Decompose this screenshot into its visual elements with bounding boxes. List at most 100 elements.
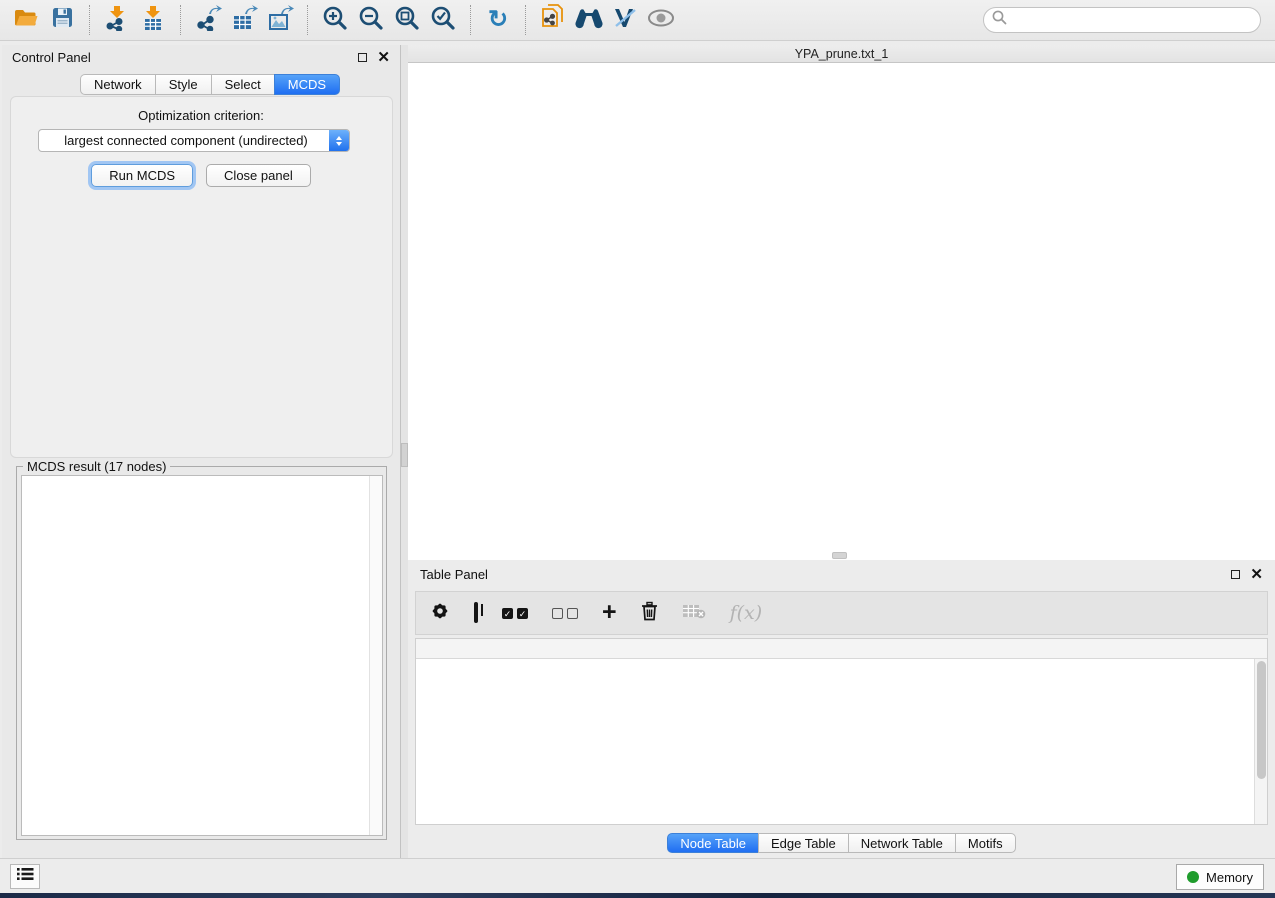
memory-button[interactable]: Memory bbox=[1176, 864, 1264, 890]
table-scrollbar-thumb[interactable] bbox=[1257, 661, 1266, 779]
control-panel-title: Control Panel bbox=[12, 50, 91, 65]
export-table-button[interactable] bbox=[228, 4, 260, 36]
open-session-button[interactable] bbox=[10, 4, 42, 36]
zoom-selected-icon bbox=[430, 5, 456, 36]
mcds-result-list[interactable] bbox=[21, 475, 383, 836]
select-all-button[interactable]: ✓ ✓ bbox=[502, 608, 528, 619]
cytoscape-window: ↻ bbox=[0, 0, 1275, 893]
task-history-button[interactable] bbox=[10, 864, 40, 889]
task-list-icon bbox=[16, 867, 34, 886]
control-panel: Control Panel ✕ Network Style Select MCD… bbox=[2, 45, 401, 858]
toolbar-separator bbox=[307, 5, 308, 35]
tab-style[interactable]: Style bbox=[155, 74, 211, 95]
checked-box-icon: ✓ bbox=[502, 608, 513, 619]
gear-icon bbox=[430, 608, 450, 625]
zoom-selected-button[interactable] bbox=[427, 4, 459, 36]
status-bar: Memory bbox=[0, 858, 1275, 893]
search-box[interactable] bbox=[983, 7, 1261, 33]
close-panel-icon[interactable]: ✕ bbox=[377, 50, 390, 65]
network-view-title: YPA_prune.txt_1 bbox=[408, 47, 1275, 61]
optimization-criterion-label: Optimization criterion: bbox=[2, 108, 400, 123]
tab-edge-table[interactable]: Edge Table bbox=[758, 833, 848, 853]
hide-details-icon bbox=[612, 6, 638, 35]
fx-icon: f(x) bbox=[730, 602, 763, 624]
result-list-scrollbar[interactable] bbox=[369, 476, 382, 835]
delete-table-button[interactable] bbox=[682, 603, 706, 624]
unchecked-box-icon bbox=[552, 608, 563, 619]
panel-splitter[interactable] bbox=[401, 45, 408, 858]
canvas-splitter-grip[interactable] bbox=[832, 552, 847, 559]
zoom-in-button[interactable] bbox=[319, 4, 351, 36]
zoom-out-icon bbox=[358, 5, 384, 36]
float-panel-icon[interactable] bbox=[1231, 570, 1240, 579]
main-toolbar: ↻ bbox=[0, 0, 1275, 41]
table-settings-button[interactable] bbox=[430, 601, 450, 626]
delete-column-button[interactable] bbox=[641, 601, 658, 626]
open-folder-icon bbox=[14, 8, 38, 32]
zoom-out-button[interactable] bbox=[355, 4, 387, 36]
import-network-button[interactable] bbox=[101, 4, 133, 36]
network-from-selection-button[interactable] bbox=[537, 4, 569, 36]
function-builder-button[interactable]: f(x) bbox=[730, 602, 763, 624]
optimization-criterion-select[interactable]: largest connected component (undirected) bbox=[38, 129, 350, 152]
hide-graphics-details-button[interactable] bbox=[609, 4, 641, 36]
refresh-icon: ↻ bbox=[488, 8, 508, 32]
network-canvas[interactable] bbox=[408, 63, 1275, 560]
save-session-button[interactable] bbox=[46, 4, 78, 36]
float-panel-icon[interactable] bbox=[358, 53, 367, 62]
table-panel-title: Table Panel bbox=[420, 567, 488, 582]
close-panel-icon[interactable]: ✕ bbox=[1250, 567, 1263, 582]
splitter-grip[interactable] bbox=[401, 443, 408, 467]
show-graphics-details-button[interactable] bbox=[645, 4, 677, 36]
toolbar-separator bbox=[89, 5, 90, 35]
control-panel-tabs: Network Style Select MCDS bbox=[80, 74, 340, 95]
memory-status-icon bbox=[1187, 871, 1199, 883]
tab-select[interactable]: Select bbox=[211, 74, 274, 95]
floppy-disk-icon bbox=[52, 7, 73, 33]
unchecked-box-icon bbox=[567, 608, 578, 619]
plus-icon: + bbox=[602, 598, 617, 626]
import-table-icon bbox=[140, 5, 166, 36]
import-network-icon bbox=[104, 5, 130, 36]
mcds-result-title: MCDS result (17 nodes) bbox=[23, 459, 170, 474]
zoom-in-icon bbox=[322, 5, 348, 36]
columns-icon bbox=[474, 602, 478, 623]
import-table-button[interactable] bbox=[137, 4, 169, 36]
checked-box-icon: ✓ bbox=[517, 608, 528, 619]
network-view-titlebar: YPA_prune.txt_1 bbox=[408, 45, 1275, 63]
selected-option: largest connected component (undirected) bbox=[39, 133, 329, 148]
tab-node-table[interactable]: Node Table bbox=[667, 833, 758, 853]
export-network-icon bbox=[195, 5, 222, 36]
table-scrollbar[interactable] bbox=[1254, 659, 1267, 824]
export-table-icon bbox=[231, 5, 258, 36]
mcds-result-group: MCDS result (17 nodes) bbox=[16, 466, 387, 840]
binoculars-icon bbox=[574, 7, 604, 34]
memory-label: Memory bbox=[1206, 870, 1253, 885]
network-document-icon bbox=[541, 4, 565, 36]
search-input[interactable] bbox=[1012, 10, 1260, 30]
find-button[interactable] bbox=[573, 4, 605, 36]
close-panel-button[interactable]: Close panel bbox=[206, 164, 311, 187]
run-mcds-button[interactable]: Run MCDS bbox=[91, 164, 193, 187]
trash-icon bbox=[641, 608, 658, 625]
tab-mcds[interactable]: MCDS bbox=[274, 74, 340, 95]
eye-icon bbox=[647, 9, 675, 32]
zoom-fit-button[interactable] bbox=[391, 4, 423, 36]
dropdown-stepper-icon bbox=[329, 130, 349, 151]
export-image-icon bbox=[267, 5, 294, 36]
create-column-button[interactable]: + bbox=[602, 602, 617, 625]
export-image-button[interactable] bbox=[264, 4, 296, 36]
tab-motifs[interactable]: Motifs bbox=[955, 833, 1016, 853]
export-network-button[interactable] bbox=[192, 4, 224, 36]
zoom-fit-icon bbox=[394, 5, 420, 36]
delete-table-icon bbox=[682, 606, 706, 623]
table-header-row bbox=[416, 639, 1267, 659]
apply-layout-button[interactable]: ↻ bbox=[482, 4, 514, 36]
tab-network[interactable]: Network bbox=[80, 74, 155, 95]
deselect-all-button[interactable] bbox=[552, 608, 578, 619]
node-table bbox=[415, 638, 1268, 825]
tab-network-table[interactable]: Network Table bbox=[848, 833, 955, 853]
toolbar-separator bbox=[180, 5, 181, 35]
toolbar-separator bbox=[525, 5, 526, 35]
show-column-button[interactable] bbox=[474, 604, 478, 622]
